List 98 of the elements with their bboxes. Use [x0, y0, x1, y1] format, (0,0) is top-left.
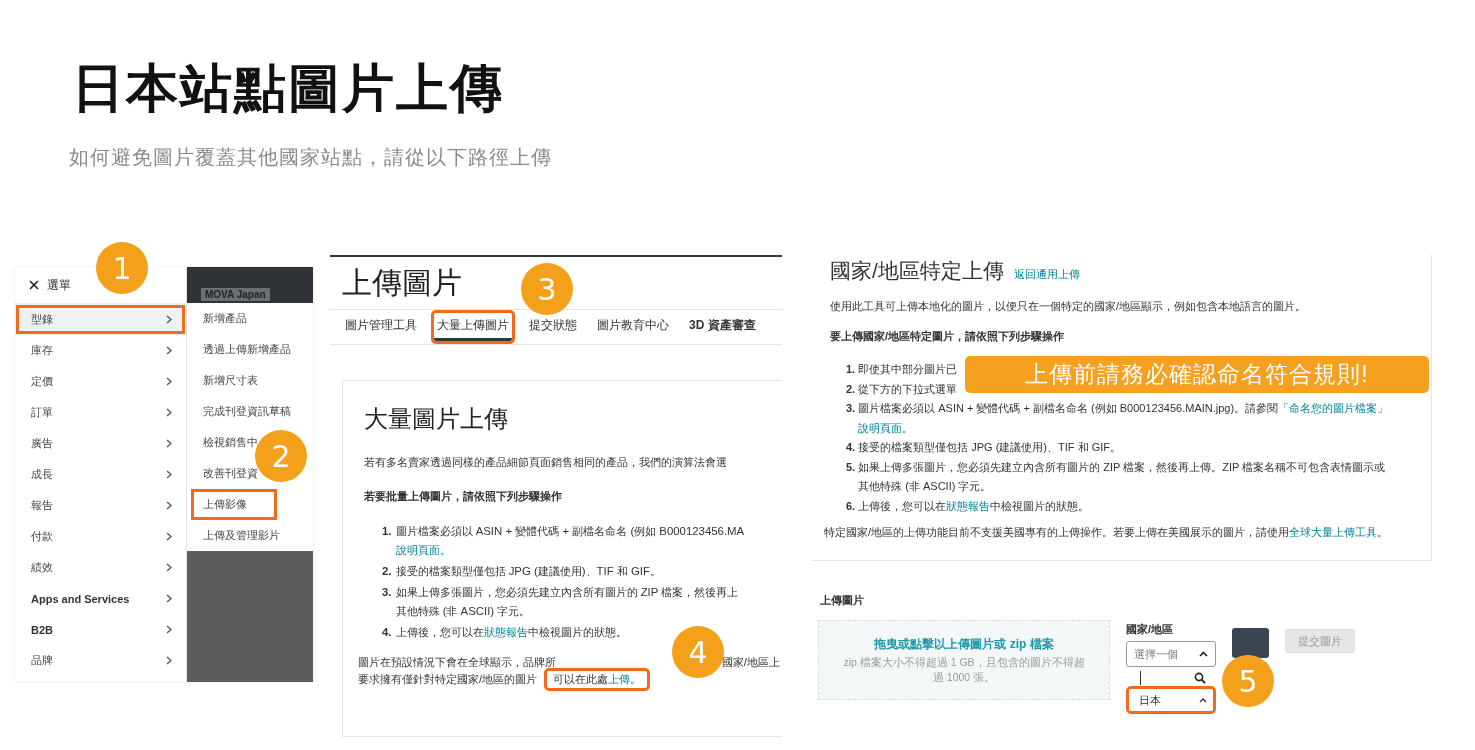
- body-text: 圖片檔案必須以 ASIN + 變體代碼 + 副檔名命名 (例如 B000123456.MAIN.jpg)。請參閱: [858, 401, 1279, 416]
- steps-heading: 要上傳國家/地區特定圖片，請依照下列步驟操作: [830, 329, 1066, 344]
- intro-text: 若有多名賣家透過同樣的產品細節頁面銷售相同的產品，我們的演算法會選: [364, 455, 728, 470]
- body-text: 接受的檔案類型僅包括 JPG (建議使用)、TIF 和 GIF。: [858, 440, 1121, 455]
- menu-item[interactable]: 訂單: [15, 397, 186, 428]
- body-text: 中檢視圖片的狀態。: [527, 625, 627, 640]
- back-link[interactable]: 返回通用上傳: [1013, 267, 1080, 282]
- body-text: 上傳後，您可以在: [858, 498, 947, 514]
- steps-heading: 若要批量上傳圖片，請依照下列步驟操作: [364, 489, 563, 504]
- step-number: 6.: [846, 498, 856, 514]
- tab[interactable]: 3D 資產審查: [686, 313, 759, 341]
- menu-item[interactable]: 庫存: [15, 335, 186, 366]
- text-link[interactable]: 上傳。: [608, 673, 642, 685]
- menu-item[interactable]: 報告: [15, 490, 186, 521]
- body-text: 如果上傳多張圖片，您必須先建立內含所有圖片的 ZIP 檔案，然後再上傳。ZIP 檔案名稱不可包含表情圖示或: [858, 459, 1386, 475]
- page-title: 上傳圖片: [342, 265, 462, 301]
- body-text: 。: [1377, 525, 1389, 540]
- section-label: 上傳圖片: [820, 593, 865, 608]
- tab[interactable]: 提交狀態: [526, 313, 580, 341]
- menu-item[interactable]: 績效: [15, 552, 186, 583]
- menu-item[interactable]: 廣告: [15, 428, 186, 459]
- slide-subtitle: 如何避免圖片覆蓋其他國家站點，請從以下路徑上傳: [69, 145, 552, 170]
- menu-item[interactable]: 型錄: [15, 304, 186, 335]
- chevron-right-icon: [166, 315, 172, 324]
- dropzone-hint: zip 檔案大小不得超過 1 GB，且包含的圖片不得超過 1000 張。: [842, 654, 1086, 685]
- step-number: 4.: [382, 625, 392, 640]
- submenu-item[interactable]: 檢視銷售中: [187, 427, 258, 458]
- section-title: 大量圖片上傳: [364, 404, 509, 434]
- text-link[interactable]: 說明頁面。: [395, 541, 451, 560]
- submenu-item[interactable]: 新增產品: [187, 303, 247, 334]
- step-number: 3.: [382, 585, 392, 600]
- body-text: 上傳後，您可以在: [395, 625, 484, 640]
- menu-item[interactable]: 定價: [15, 366, 186, 397]
- body-text: 其他特殊 (非 ASCII) 字元。: [395, 604, 531, 619]
- chevron-right-icon: [166, 501, 172, 510]
- body-text: 國家/地區上: [721, 655, 780, 670]
- body-text: 特定國家/地區的上傳功能目前不支援美國專有的上傳操作。若要上傳在美國展示的圖片，請使用: [824, 525, 1290, 540]
- chevron-right-icon: [166, 377, 172, 386]
- step-number: 1.: [382, 524, 392, 539]
- search-icon: [1194, 672, 1206, 684]
- body-text: 從下方的下拉式選單: [858, 381, 958, 397]
- action-button[interactable]: [1232, 628, 1269, 658]
- submenu-item[interactable]: 透過上傳新增產品: [187, 334, 291, 365]
- step-badge: 1: [96, 242, 148, 294]
- intro-text: 使用此工具可上傳本地化的圖片，以便只在一個特定的國家/地區顯示，例如包含本地語言的圖片。: [830, 299, 1308, 314]
- body-text: 圖片檔案必須以 ASIN + 變體代碼 + 副檔名命名 (例如 B000123456.MA: [395, 524, 745, 539]
- chevron-right-icon: [166, 563, 172, 572]
- menu-title: 選單: [47, 276, 71, 294]
- body-text: 要求擁有僅針對特定國家/地區的圖片: [358, 672, 538, 687]
- text-link[interactable]: 「命名您的圖片檔案」: [1278, 399, 1389, 419]
- chevron-right-icon: [166, 408, 172, 417]
- step-number: 2.: [846, 381, 856, 397]
- submenu-item[interactable]: 完成刊登資訊草稿: [187, 396, 291, 427]
- submenu-item[interactable]: 改善刊登資: [187, 458, 258, 489]
- chevron-right-icon: [166, 470, 172, 479]
- store-label: MOVA Japan: [201, 288, 270, 301]
- tab[interactable]: 圖片管理工具: [342, 313, 420, 341]
- dropzone-title: 拖曳或點擊以上傳圖片或 zip 檔案: [874, 635, 1054, 653]
- menu-item[interactable]: 品牌: [15, 645, 186, 676]
- body-text: 如果上傳多張圖片，您必須先建立內含所有圖片的 ZIP 檔案，然後再上: [395, 585, 739, 600]
- chevron-right-icon: [166, 532, 172, 541]
- menu-item[interactable]: Apps and Services: [15, 583, 186, 614]
- body-text: 中檢視圖片的狀態。: [990, 498, 1090, 514]
- step-number: 1.: [846, 362, 856, 377]
- field-label: 國家/地區: [1126, 622, 1175, 637]
- text-link[interactable]: 狀態報告: [946, 496, 991, 516]
- dropdown-option[interactable]: 日本: [1129, 689, 1213, 711]
- page-title: 國家/地區特定上傳: [830, 258, 1004, 284]
- chevron-right-icon: [166, 594, 172, 603]
- chevron-right-icon: [166, 439, 172, 448]
- submenu-item[interactable]: 上傳及管理影片: [187, 520, 280, 551]
- submenu-item[interactable]: 新增尺寸表: [187, 365, 258, 396]
- text-link[interactable]: 狀態報告: [483, 623, 528, 642]
- submenu-item[interactable]: 上傳影像: [191, 489, 277, 520]
- tab[interactable]: 圖片教育中心: [594, 313, 672, 341]
- slide-title: 日本站點圖片上傳: [72, 58, 505, 119]
- warning-banner: 上傳前請務必確認命名符合規則!: [965, 356, 1429, 393]
- tab[interactable]: 大量上傳圖片: [434, 313, 512, 341]
- close-icon[interactable]: [29, 280, 39, 290]
- body-text: 其他特殊 (非 ASCII) 字元。: [858, 479, 992, 494]
- menu-item[interactable]: 付款: [15, 521, 186, 552]
- chevron-right-icon: [166, 346, 172, 355]
- scroll-up-icon: [1199, 697, 1207, 703]
- step-number: 3.: [846, 401, 856, 416]
- body-text: 圖片在預設情況下會在全球顯示，品牌所: [358, 655, 556, 670]
- body-text: 即使其中部分圖片已: [858, 362, 958, 377]
- country-select[interactable]: 選擇一個: [1126, 641, 1216, 667]
- menu-item[interactable]: 成長: [15, 459, 186, 490]
- step-number: 2.: [382, 564, 392, 579]
- text-link[interactable]: 說明頁面。: [858, 418, 914, 438]
- menu-item[interactable]: B2B: [15, 614, 186, 645]
- step-number: 5.: [846, 459, 856, 475]
- chevron-right-icon: [166, 625, 172, 634]
- step-number: 4.: [846, 440, 856, 455]
- chevron-right-icon: [166, 656, 172, 665]
- body-text: 接受的檔案類型僅包括 JPG (建議使用)、TIF 和 GIF。: [395, 564, 661, 579]
- text-link[interactable]: 全球大量上傳工具: [1289, 525, 1378, 540]
- body-text: 可以在此處: [553, 673, 609, 685]
